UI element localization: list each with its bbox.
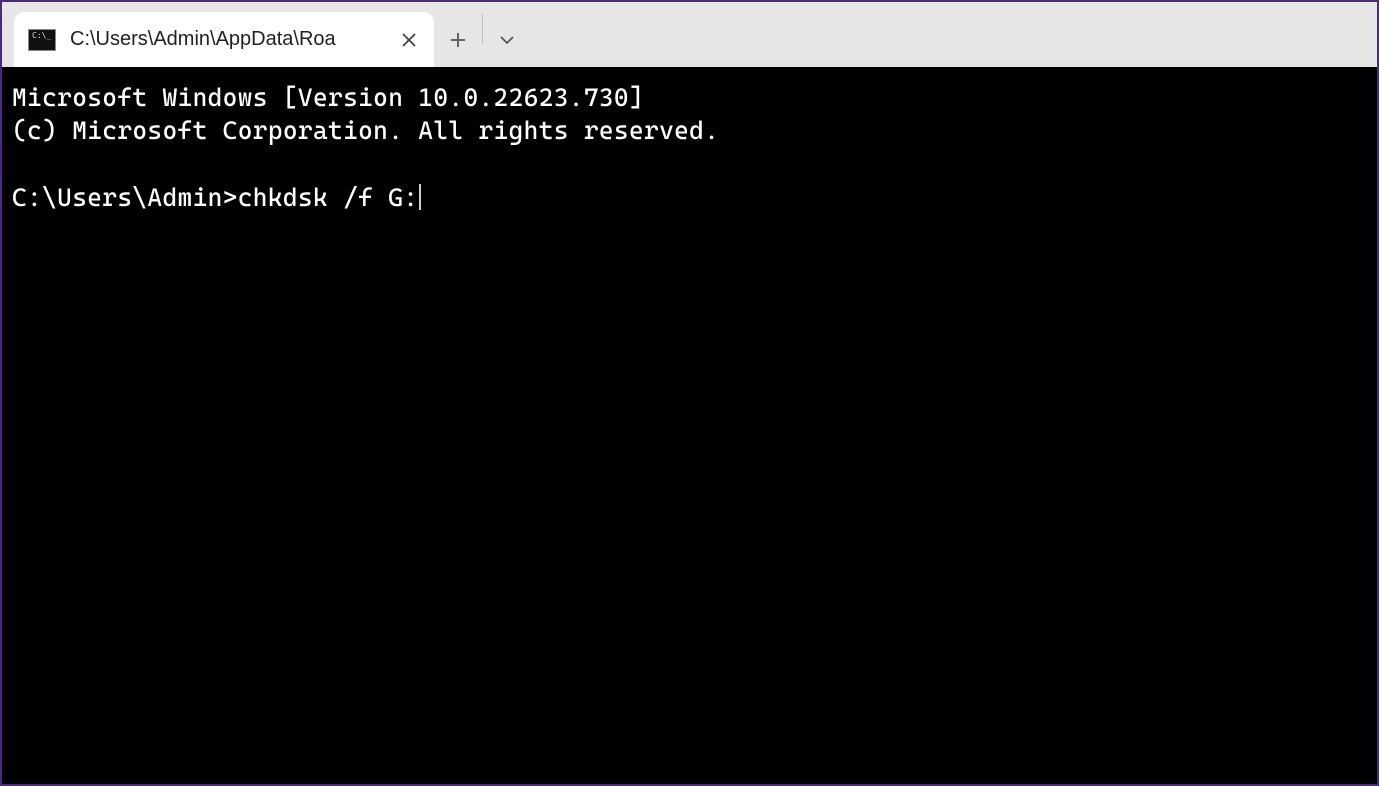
title-bar: C:\Users\Admin\AppData\Roa — [2, 2, 1377, 67]
close-icon — [402, 33, 416, 47]
banner-line: (c) Microsoft Corporation. All rights re… — [12, 114, 1369, 147]
plus-icon — [449, 31, 467, 49]
prompt-line: C:\Users\Admin>chkdsk /f G: — [12, 181, 1369, 214]
blank-line — [12, 148, 1369, 181]
chevron-down-icon — [498, 31, 516, 49]
cmd-icon — [28, 29, 56, 51]
new-tab-button[interactable] — [434, 12, 482, 67]
cursor — [419, 184, 421, 210]
tab-active[interactable]: C:\Users\Admin\AppData\Roa — [14, 12, 434, 67]
terminal-window: C:\Users\Admin\AppData\Roa Microsoft Win… — [0, 0, 1379, 786]
prompt-text: C:\Users\Admin> — [12, 181, 238, 214]
banner-line: Microsoft Windows [Version 10.0.22623.73… — [12, 81, 1369, 114]
close-tab-button[interactable] — [394, 25, 424, 55]
terminal-area[interactable]: Microsoft Windows [Version 10.0.22623.73… — [2, 67, 1377, 784]
tab-dropdown-button[interactable] — [483, 12, 531, 67]
command-text: chkdsk /f G: — [238, 181, 419, 214]
tab-title: C:\Users\Admin\AppData\Roa — [70, 28, 394, 51]
